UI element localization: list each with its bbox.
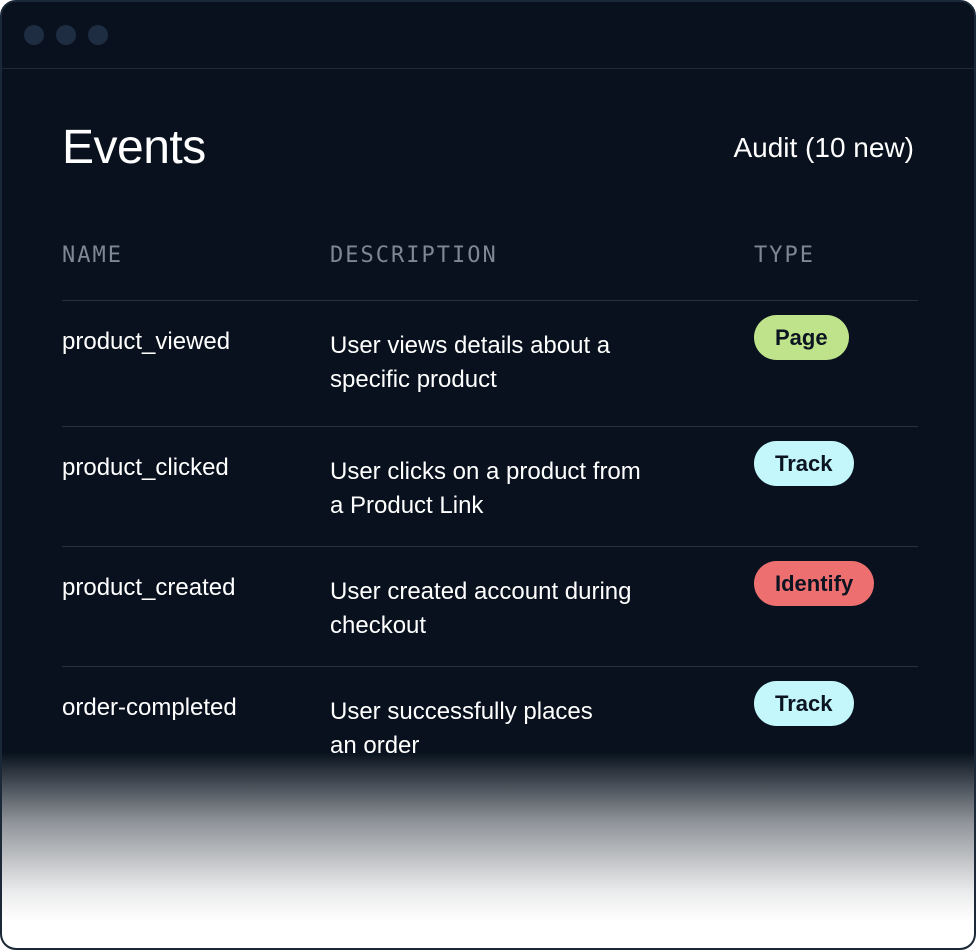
window-control-minimize[interactable]	[56, 25, 76, 45]
type-badge: Track	[754, 441, 854, 486]
event-description-line: User clicks on a product from	[330, 458, 641, 485]
type-badge: Identify	[754, 561, 875, 606]
event-name: product_created	[62, 574, 236, 601]
app-window: Events Audit (10 new) NAME DESCRIPTION T…	[0, 0, 976, 950]
page-title: Events	[62, 121, 206, 174]
row-divider	[62, 546, 918, 547]
row-divider	[62, 426, 918, 427]
event-description-line: User views details about a	[330, 332, 611, 359]
header-divider	[62, 300, 918, 301]
event-description-line: an order	[330, 732, 420, 759]
window-control-maximize[interactable]	[88, 25, 108, 45]
event-description: User successfully places an order	[330, 695, 690, 763]
event-description: User clicks on a product from a Product …	[330, 455, 690, 523]
event-description-line: User created account during	[330, 578, 632, 605]
window-control-close[interactable]	[24, 25, 44, 45]
type-badge: Page	[754, 315, 849, 360]
column-header-name: NAME	[62, 243, 123, 268]
event-description-line: a Product Link	[330, 492, 484, 519]
event-description: User views details about a specific prod…	[330, 329, 690, 397]
column-header-type: TYPE	[754, 243, 815, 268]
row-divider	[62, 666, 918, 667]
event-name: product_viewed	[62, 328, 231, 355]
event-name: product_clicked	[62, 454, 229, 481]
event-description-line: specific product	[330, 366, 497, 393]
column-header-description: DESCRIPTION	[330, 243, 498, 268]
bottom-fade-overlay	[2, 752, 974, 948]
event-description-line: checkout	[330, 612, 427, 639]
window-titlebar	[2, 2, 974, 69]
event-name: order-completed	[62, 694, 237, 721]
event-description: User created account during checkout	[330, 575, 690, 643]
type-badge: Track	[754, 681, 854, 726]
event-description-line: User successfully places	[330, 698, 593, 725]
audit-link[interactable]: Audit (10 new)	[733, 130, 914, 166]
